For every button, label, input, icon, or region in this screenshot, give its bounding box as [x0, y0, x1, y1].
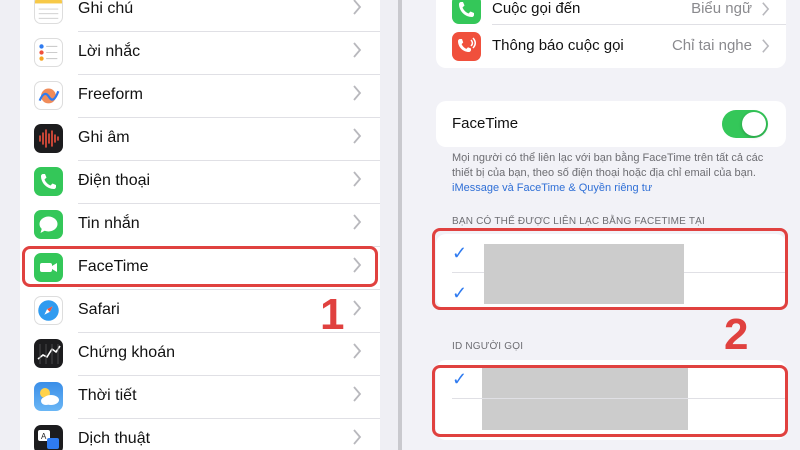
- facetime-toggle[interactable]: [722, 110, 768, 138]
- phone-icon: [34, 167, 63, 196]
- settings-item-label: Ghi âm: [78, 129, 130, 146]
- freeform-icon: [34, 81, 63, 110]
- settings-item-label: Thời tiết: [78, 387, 137, 404]
- announce-calls-value: Chỉ tai nghe: [671, 37, 752, 54]
- settings-app-list-panel: Ghi chú Lời nhắc Freeform Ghi âm Điện th…: [0, 0, 398, 450]
- reachable-highlight-box: [432, 228, 788, 310]
- settings-item-label: Ghi chú: [78, 0, 134, 17]
- facetime-description: Mọi người có thể liên lạc với bạn bằng F…: [452, 151, 782, 196]
- incoming-calls-value: Biểu ngữ: [691, 0, 752, 17]
- messages-icon: [34, 210, 63, 239]
- weather-icon: [34, 382, 63, 411]
- facetime-settings-panel: Cuộc gọi đến Biểu ngữ Thông báo cuộc gọi…: [402, 0, 800, 450]
- settings-item-label: Safari: [78, 301, 120, 318]
- chevron-right-icon: [353, 171, 362, 187]
- privacy-link[interactable]: iMessage và FaceTime & Quyền riêng tư: [452, 182, 652, 194]
- settings-item-translate[interactable]: A Dịch thuật: [20, 419, 380, 450]
- chevron-right-icon: [353, 386, 362, 402]
- settings-item-label: Tin nhắn: [78, 215, 140, 232]
- settings-item-notes[interactable]: Ghi chú: [20, 0, 380, 32]
- chevron-right-icon: [353, 429, 362, 445]
- settings-item-label: Dịch thuật: [78, 430, 151, 447]
- settings-item-voice-memos[interactable]: Ghi âm: [20, 118, 380, 161]
- stocks-icon: [34, 339, 63, 368]
- toggle-knob: [742, 112, 766, 136]
- chevron-right-icon: [353, 128, 362, 144]
- chevron-right-icon: [762, 39, 770, 53]
- facetime-highlight-box: [22, 246, 378, 287]
- caller-id-highlight-box: [432, 365, 788, 437]
- settings-item-messages[interactable]: Tin nhắn: [20, 204, 380, 247]
- chevron-right-icon: [353, 42, 362, 58]
- settings-item-label: Lời nhắc: [78, 43, 141, 60]
- call-settings-card: Cuộc gọi đến Biểu ngữ Thông báo cuộc gọi…: [436, 0, 786, 68]
- settings-item-label: Freeform: [78, 86, 143, 103]
- chevron-right-icon: [353, 343, 362, 359]
- chevron-right-icon: [353, 300, 362, 316]
- reminders-icon: [34, 38, 63, 67]
- announce-calls-icon: [452, 32, 481, 61]
- step-number-2: 2: [724, 310, 749, 359]
- announce-calls-label: Thông báo cuộc gọi: [492, 37, 624, 54]
- chevron-right-icon: [353, 85, 362, 101]
- chevron-right-icon: [353, 0, 362, 15]
- reachable-at-header: BẠN CÓ THỂ ĐƯỢC LIÊN LẠC BẰNG FACETIME T…: [452, 216, 705, 227]
- settings-item-freeform[interactable]: Freeform: [20, 75, 380, 118]
- settings-item-label: Chứng khoán: [78, 344, 175, 361]
- caller-id-header: ID NGƯỜI GỌI: [452, 341, 524, 352]
- settings-app-list: Ghi chú Lời nhắc Freeform Ghi âm Điện th…: [20, 0, 380, 450]
- settings-item-phone[interactable]: Điện thoại: [20, 161, 380, 204]
- description-text: Mọi người có thể liên lạc với bạn bằng F…: [452, 152, 764, 179]
- chevron-right-icon: [353, 214, 362, 230]
- facetime-toggle-label: FaceTime: [452, 115, 519, 132]
- chevron-right-icon: [762, 2, 770, 16]
- translate-icon: A: [34, 425, 63, 450]
- settings-item-weather[interactable]: Thời tiết: [20, 376, 380, 419]
- settings-item-reminders[interactable]: Lời nhắc: [20, 32, 380, 75]
- voice-memos-icon: [34, 124, 63, 153]
- notes-icon: [34, 0, 63, 24]
- facetime-toggle-card: FaceTime: [436, 101, 786, 147]
- announce-calls-row[interactable]: Thông báo cuộc gọi Chỉ tai nghe: [436, 25, 786, 68]
- step-number-1: 1: [320, 290, 345, 339]
- incoming-calls-label: Cuộc gọi đến: [492, 0, 581, 17]
- settings-item-label: Điện thoại: [78, 172, 151, 189]
- svg-text:A: A: [41, 432, 47, 441]
- safari-icon: [34, 296, 63, 325]
- incoming-call-icon: [452, 0, 481, 24]
